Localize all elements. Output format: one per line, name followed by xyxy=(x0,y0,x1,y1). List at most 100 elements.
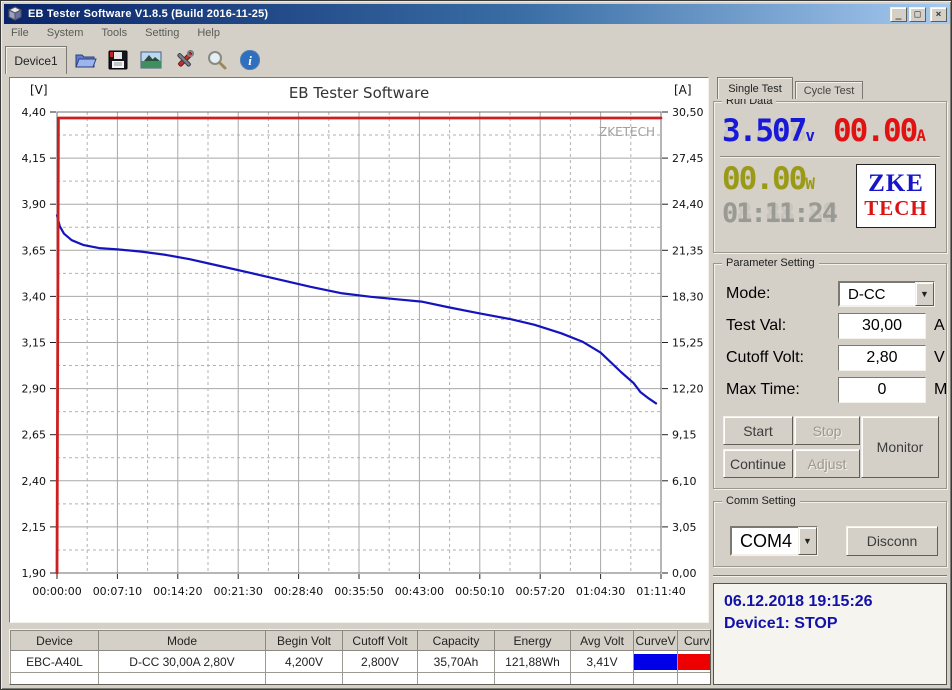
col-mode: Mode xyxy=(98,630,266,651)
col-begin-volt: Begin Volt xyxy=(265,630,343,651)
svg-text:2,15: 2,15 xyxy=(22,521,47,534)
cutoff-volt-field[interactable] xyxy=(838,345,926,371)
open-folder-button[interactable] xyxy=(70,46,100,74)
mode-label: Mode: xyxy=(726,285,771,302)
svg-text:24,40: 24,40 xyxy=(672,198,704,211)
maximize-button[interactable]: □ xyxy=(909,6,926,22)
cutoff-volt-label: Cutoff Volt: xyxy=(726,349,804,366)
status-device-state: Device1: STOP xyxy=(724,614,838,632)
svg-text:4,15: 4,15 xyxy=(22,152,47,165)
svg-text:4,40: 4,40 xyxy=(22,106,47,119)
cell-curve-a xyxy=(677,650,710,673)
comm-setting-group: Comm Setting COM4 ▼ Disconn xyxy=(713,494,947,567)
voltage-display: 8.888 3.507v xyxy=(722,113,815,149)
max-time-field[interactable] xyxy=(838,377,926,403)
open-folder-icon xyxy=(75,54,97,68)
cutoff-volt-unit: V xyxy=(934,349,945,366)
table-row[interactable]: EBC-A40L D-CC 30,00A 2,80V 4,200V 2,800V… xyxy=(10,650,710,673)
cell-energy: 121,88Wh xyxy=(494,650,571,673)
adjust-button[interactable]: Adjust xyxy=(794,449,860,478)
parameter-setting-group: Parameter Setting Mode: D-CC ▼ Test Val:… xyxy=(713,256,948,489)
com-port-select[interactable]: COM4 ▼ xyxy=(730,526,818,556)
svg-text:12,20: 12,20 xyxy=(672,383,704,396)
close-button[interactable]: × xyxy=(930,6,947,22)
svg-text:00:57:20: 00:57:20 xyxy=(515,585,564,598)
svg-text:2,65: 2,65 xyxy=(22,429,47,442)
svg-text:ZKETECH: ZKETECH xyxy=(599,125,655,139)
svg-text:18,30: 18,30 xyxy=(672,290,704,303)
svg-text:3,90: 3,90 xyxy=(22,198,47,211)
stop-button[interactable]: Stop xyxy=(794,416,860,445)
panel-divider xyxy=(713,575,947,577)
cell-cutoff-volt: 2,800V xyxy=(342,650,418,673)
svg-text:01:11:40: 01:11:40 xyxy=(636,585,685,598)
search-icon xyxy=(208,51,227,70)
svg-text:00:50:10: 00:50:10 xyxy=(455,585,504,598)
curve-a-swatch xyxy=(678,653,710,670)
svg-text:00:21:30: 00:21:30 xyxy=(213,585,262,598)
time-display: 88:88:88 01:11:24 xyxy=(722,198,838,229)
settings-tools-button[interactable] xyxy=(169,46,199,74)
max-time-unit: M xyxy=(934,381,948,398)
app-window: { "window": { "title": "EB Tester Softwa… xyxy=(0,0,952,690)
svg-text:15,25: 15,25 xyxy=(672,337,704,350)
continue-button[interactable]: Continue xyxy=(723,449,793,478)
run-data-group: Run Data 8.888 3.507v 88.88 00.00A 88.88 00… xyxy=(713,94,947,253)
parameter-setting-label: Parameter Setting xyxy=(722,256,819,270)
tab-device1[interactable]: Device1 xyxy=(5,46,67,74)
svg-text:01:04:30: 01:04:30 xyxy=(576,585,625,598)
col-capacity: Capacity xyxy=(417,630,495,651)
test-val-label: Test Val: xyxy=(726,317,787,334)
run-data-divider xyxy=(720,156,940,158)
menu-file[interactable]: File xyxy=(11,27,29,39)
col-energy: Energy xyxy=(494,630,571,651)
image-icon xyxy=(140,51,162,69)
start-button[interactable]: Start xyxy=(723,416,793,445)
toolbar: Device1 i xyxy=(5,42,949,74)
image-export-button[interactable] xyxy=(136,46,166,74)
menu-help[interactable]: Help xyxy=(197,27,220,39)
table-row-empty xyxy=(10,672,710,684)
disconnect-button[interactable]: Disconn xyxy=(846,526,938,556)
col-avg-volt: Avg Volt xyxy=(570,630,634,651)
col-device: Device xyxy=(10,630,99,651)
status-box: 06.12.2018 19:15:26 Device1: STOP xyxy=(713,583,947,685)
svg-text:3,05: 3,05 xyxy=(672,521,697,534)
zketech-logo: ZKE TECH xyxy=(856,164,936,228)
col-cutoff-volt: Cutoff Volt xyxy=(342,630,418,651)
mode-select[interactable]: D-CC ▼ xyxy=(838,281,935,307)
status-timestamp: 06.12.2018 19:15:26 xyxy=(724,593,873,610)
monitor-button[interactable]: Monitor xyxy=(861,416,939,478)
about-button[interactable]: i xyxy=(235,46,265,74)
svg-text:3,65: 3,65 xyxy=(22,244,47,257)
svg-text:30,50: 30,50 xyxy=(672,106,704,119)
menu-setting[interactable]: Setting xyxy=(145,27,179,39)
svg-text:[V]: [V] xyxy=(30,83,48,97)
menu-tools[interactable]: Tools xyxy=(101,27,127,39)
svg-text:00:00:00: 00:00:00 xyxy=(32,585,81,598)
table-header-row: Device Mode Begin Volt Cutoff Volt Capac… xyxy=(10,630,710,651)
tab-cycle-test[interactable]: Cycle Test xyxy=(795,81,863,99)
save-button[interactable] xyxy=(103,46,133,74)
test-val-field[interactable] xyxy=(838,313,926,339)
comm-setting-label: Comm Setting xyxy=(722,494,800,508)
discharge-chart: 4,40 4,15 3,90 3,65 3,40 3,15 2,90 2,65 2,40 2,15… xyxy=(22,83,704,598)
svg-text:21,35: 21,35 xyxy=(672,244,704,257)
results-table: Device Mode Begin Volt Cutoff Volt Capac… xyxy=(10,630,710,684)
menu-bar: File System Tools Setting Help xyxy=(5,24,949,42)
menu-system[interactable]: System xyxy=(47,27,84,39)
max-time-label: Max Time: xyxy=(726,381,800,398)
info-icon: i xyxy=(240,50,260,70)
mode-value: D-CC xyxy=(839,282,915,306)
svg-text:[A]: [A] xyxy=(674,83,692,97)
minimize-button[interactable]: _ xyxy=(890,6,907,22)
cell-capacity: 35,70Ah xyxy=(417,650,495,673)
app-icon xyxy=(7,6,23,21)
svg-text:9,15: 9,15 xyxy=(672,429,697,442)
svg-text:2,40: 2,40 xyxy=(22,475,47,488)
cell-curve-v xyxy=(633,650,678,673)
tab-single-test[interactable]: Single Test xyxy=(717,77,793,99)
chevron-down-icon[interactable]: ▼ xyxy=(798,527,817,555)
zoom-button[interactable] xyxy=(202,46,232,74)
chevron-down-icon[interactable]: ▼ xyxy=(915,282,934,306)
